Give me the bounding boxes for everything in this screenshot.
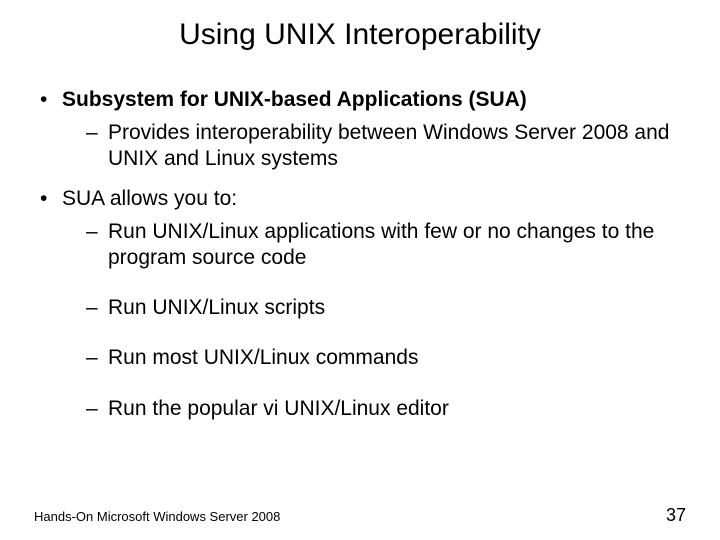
sub-bullet-list: Provides interoperability between Window…: [62, 120, 686, 173]
sub-bullet-list: Run UNIX/Linux applications with few or …: [62, 219, 686, 422]
sub-bullet-item: Provides interoperability between Window…: [86, 120, 686, 173]
sub-bullet-item: Run UNIX/Linux applications with few or …: [86, 219, 686, 272]
bullet-list: Subsystem for UNIX-based Applications (S…: [34, 88, 686, 422]
footer: Hands-On Microsoft Windows Server 2008 3…: [34, 505, 686, 526]
bullet-text: SUA allows you to:: [62, 187, 237, 210]
bullet-item: Subsystem for UNIX-based Applications (S…: [34, 88, 686, 173]
sub-bullet-item: Run UNIX/Linux scripts: [86, 295, 686, 321]
bullet-item: SUA allows you to: Run UNIX/Linux applic…: [34, 187, 686, 422]
footer-source: Hands-On Microsoft Windows Server 2008: [34, 509, 280, 524]
bullet-text: Subsystem for UNIX-based Applications (S…: [62, 88, 527, 111]
slide-title: Using UNIX Interoperability: [34, 18, 686, 52]
page-number: 37: [666, 505, 686, 526]
sub-bullet-item: Run most UNIX/Linux commands: [86, 345, 686, 371]
slide: Using UNIX Interoperability Subsystem fo…: [0, 0, 720, 540]
sub-bullet-item: Run the popular vi UNIX/Linux editor: [86, 396, 686, 422]
